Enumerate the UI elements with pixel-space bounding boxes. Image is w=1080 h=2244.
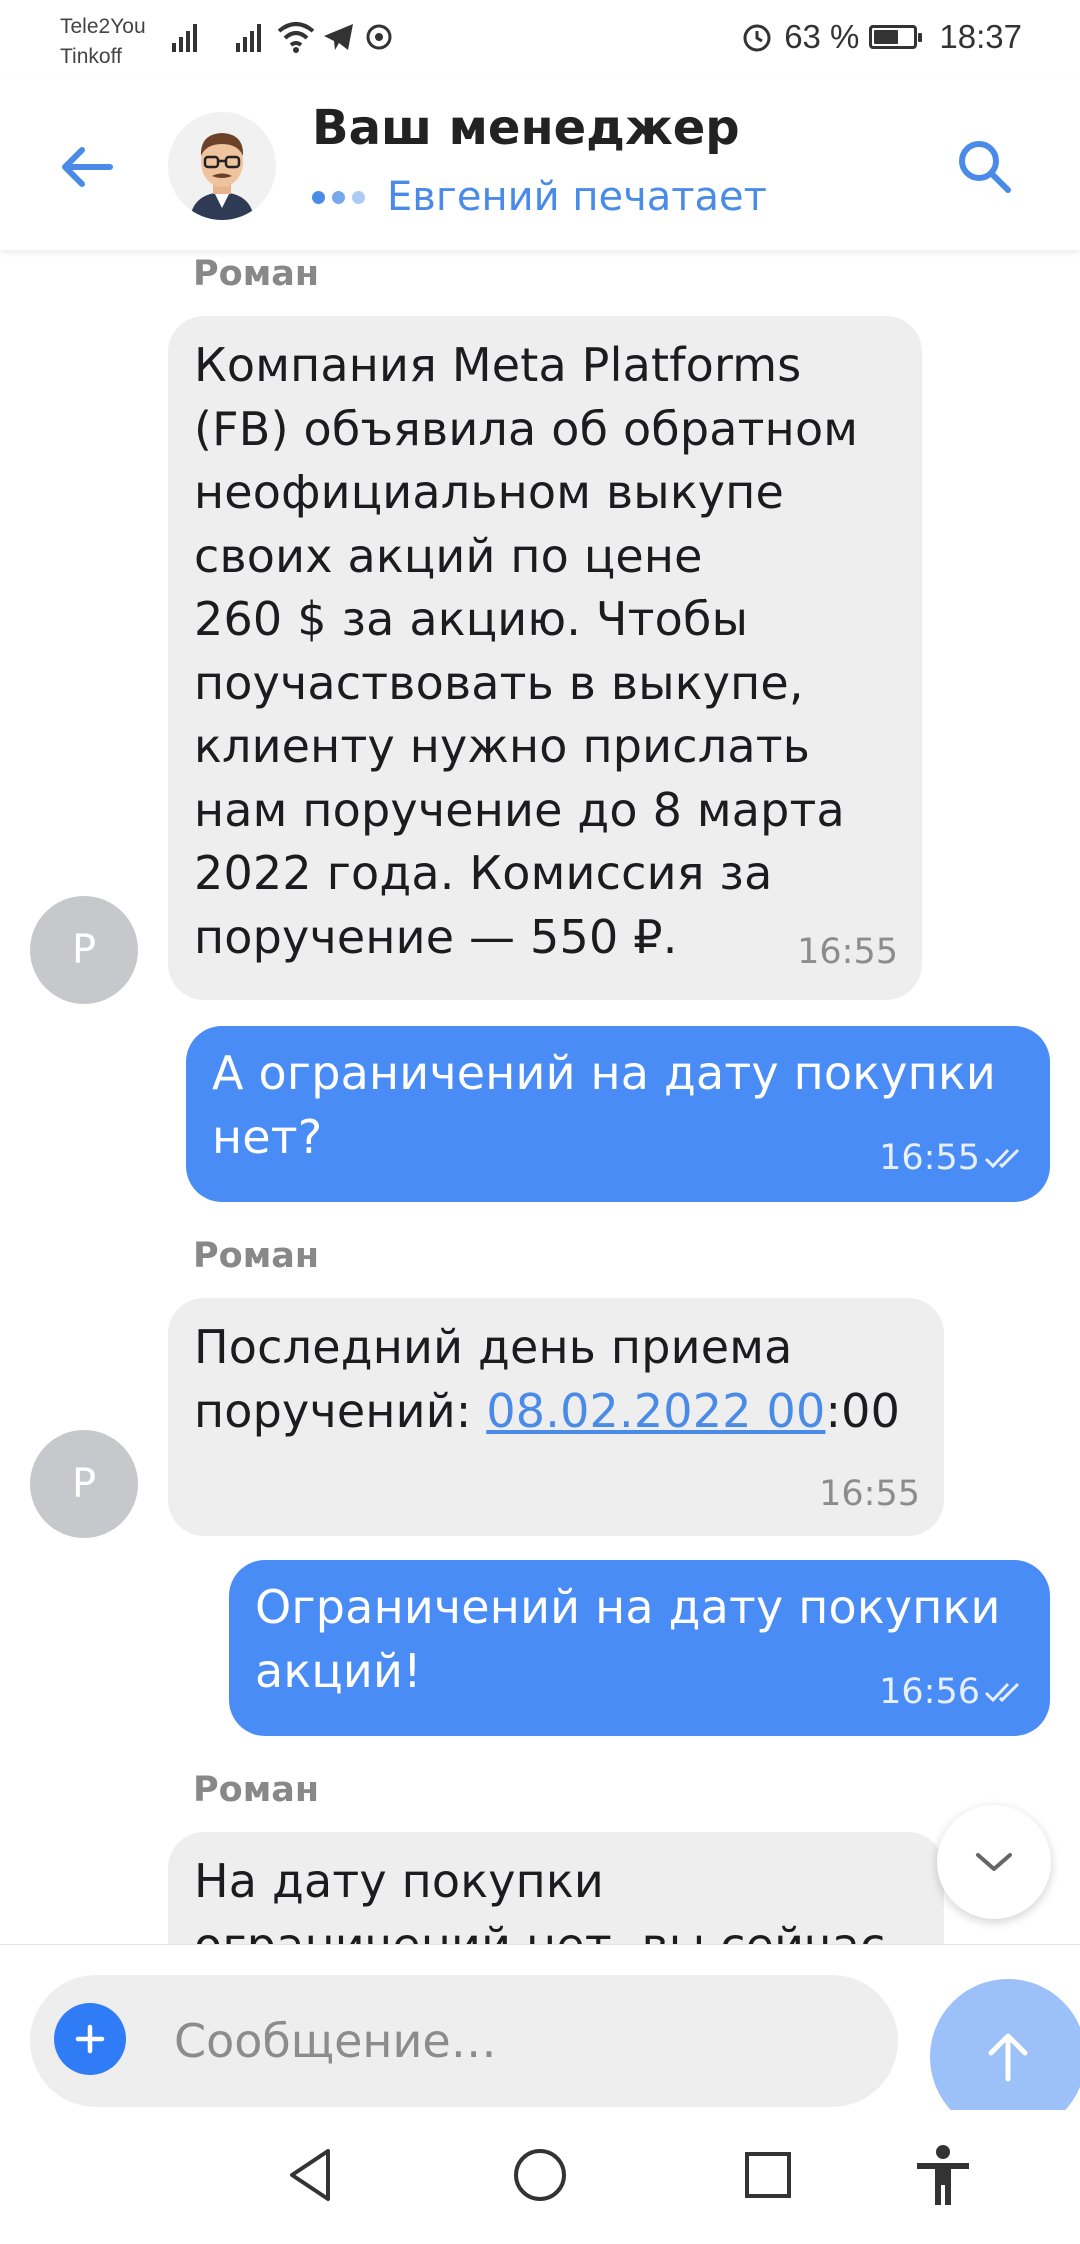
message-text: Последний день приема поручений: 08.02.2… [194, 1316, 900, 1443]
battery-icon [869, 25, 923, 49]
search-icon[interactable] [950, 132, 1020, 202]
outgoing-message[interactable]: А ограничений на дату покупки нет? 16:55 [186, 1026, 1050, 1202]
carrier-1: Tele2You [60, 15, 146, 38]
message-text: На дату покупки ограничений нет, вы сейч… [194, 1854, 885, 1944]
message-time: 16:56 [879, 1672, 980, 1712]
sender-name: Роман [193, 1236, 320, 1276]
attach-button[interactable] [54, 2003, 126, 2075]
message-composer: Сообщение… [0, 1944, 1080, 2135]
system-nav-bar [0, 2110, 1080, 2244]
signal-1-icon [172, 22, 197, 52]
message-time: 16:55 [819, 1474, 920, 1514]
carrier-2: Tinkoff [60, 45, 122, 68]
manager-avatar[interactable] [168, 112, 276, 220]
message-text-suffix: :00 [825, 1383, 901, 1438]
signal-2-icon [236, 22, 261, 52]
chevron-down-icon [976, 1853, 1012, 1871]
telegram-icon [324, 24, 353, 50]
scroll-to-bottom-button[interactable] [937, 1805, 1051, 1919]
battery-percent: 63 % [784, 18, 860, 55]
message-meta: 16:55 [879, 1138, 1024, 1178]
typing-dots-icon [312, 190, 365, 204]
wifi-icon [277, 22, 315, 53]
typing-status-text: Евгений печатает [387, 174, 767, 220]
typing-status: Евгений печатает [312, 174, 767, 220]
arrow-left-icon[interactable] [52, 132, 122, 202]
arrow-up-icon [988, 2033, 1028, 2082]
status-right: 63 % 18:37 [740, 18, 1022, 56]
nav-accessibility-button[interactable] [908, 2140, 978, 2210]
accessibility-icon [917, 2145, 969, 2205]
outgoing-message[interactable]: Ограничений на дату покупки акций! 16:56 [229, 1560, 1050, 1736]
message-text: Компания Meta Platforms (FB) объявила об… [194, 338, 859, 964]
carrier-names: Tele2You Tinkoff [60, 12, 146, 72]
chat-title: Ваш менеджер [312, 100, 740, 156]
nav-home-button[interactable] [505, 2140, 575, 2210]
manager-avatar-illustration [168, 112, 276, 220]
incoming-message[interactable]: Последний день приема поручений: 08.02.2… [168, 1298, 944, 1536]
message-meta: 16:56 [879, 1672, 1024, 1712]
square-recents-icon [745, 2152, 791, 2198]
message-list[interactable]: Роман Компания Meta Platforms (FB) объяв… [0, 250, 1080, 1944]
triangle-back-icon [290, 2149, 330, 2201]
message-input-placeholder: Сообщение… [174, 2014, 497, 2068]
alarm-icon [743, 24, 771, 52]
circle-home-icon [514, 2149, 566, 2201]
incoming-message[interactable]: На дату покупки ограничений нет, вы сейч… [168, 1832, 944, 1944]
sender-avatar[interactable]: Р [30, 1430, 138, 1538]
status-bar: Tele2You Tinkoff 63 % 18:37 [0, 0, 1080, 80]
chat-header: Ваш менеджер Евгений печатает [0, 80, 1080, 250]
double-check-icon [984, 1148, 1020, 1169]
double-check-icon [984, 1682, 1020, 1703]
nav-back-button[interactable] [275, 2140, 345, 2210]
date-link[interactable]: 08.02.2022 00 [486, 1384, 825, 1438]
app-notification-icon [366, 24, 392, 50]
clock: 18:37 [939, 18, 1022, 55]
message-time: 16:55 [797, 932, 898, 972]
incoming-message[interactable]: Компания Meta Platforms (FB) объявила об… [168, 316, 922, 1000]
sender-name: Роман [193, 254, 320, 294]
sender-name: Роман [193, 1770, 320, 1810]
message-time: 16:55 [879, 1138, 980, 1178]
nav-recents-button[interactable] [733, 2140, 803, 2210]
plus-icon [75, 2024, 105, 2054]
sender-avatar[interactable]: Р [30, 896, 138, 1004]
